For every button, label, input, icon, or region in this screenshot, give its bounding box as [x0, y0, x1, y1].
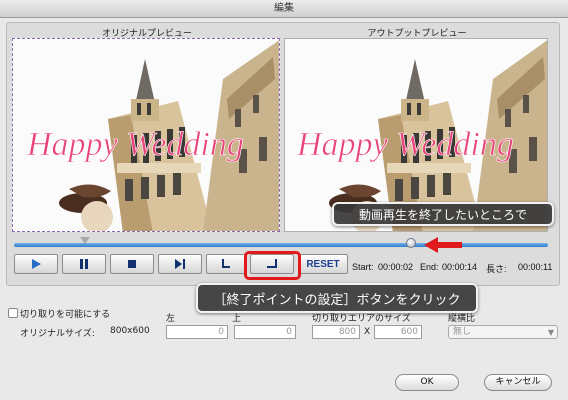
ok-button[interactable]: OK [395, 374, 459, 391]
times-sign: X [364, 327, 371, 337]
original-preview[interactable]: Happy Wedding [12, 38, 280, 232]
set-start-point-button[interactable] [206, 254, 246, 274]
end-time-value: 00:00:14 [442, 262, 478, 272]
original-size-label: オリジナルサイズ: [20, 329, 95, 339]
callout-stop-point: 動画再生を終了したいところで [332, 202, 554, 226]
highlight-box [244, 251, 301, 280]
chevron-down-icon: ▼ [547, 328, 554, 337]
red-arrow-icon [424, 237, 462, 253]
length-value: 00:00:11 [518, 262, 553, 272]
next-frame-icon [175, 259, 185, 269]
start-marker[interactable] [80, 237, 90, 244]
original-size-value: 800x600 [110, 326, 150, 336]
callout-click-end-button: ［終了ポイントの設定］ボタンをクリック [196, 283, 478, 313]
pause-icon [80, 259, 88, 269]
overlay-text: Happy Wedding [26, 126, 244, 163]
crop-height-input[interactable]: 600 [374, 325, 422, 339]
length-label: 長さ: [486, 264, 507, 274]
play-button[interactable] [14, 254, 58, 274]
wedding-image: Happy Wedding [13, 39, 279, 231]
reset-button[interactable]: RESET [298, 254, 348, 274]
enable-crop-label: 切り取りを可能にする [20, 310, 111, 320]
set-start-icon [222, 259, 230, 268]
next-frame-button[interactable] [158, 254, 202, 274]
stop-button[interactable] [110, 254, 154, 274]
start-time-label: Start: [352, 262, 374, 272]
enable-crop-checkbox[interactable] [8, 308, 18, 318]
cancel-button[interactable]: キャンセル [484, 374, 552, 391]
timeline-slider[interactable] [14, 243, 548, 247]
crop-left-label: 左 [166, 314, 176, 324]
crop-width-input[interactable]: 800 [312, 325, 360, 339]
window-title: 編集 [0, 0, 568, 18]
start-time-value: 00:00:02 [378, 262, 414, 272]
play-icon [32, 259, 41, 269]
playhead-handle[interactable] [406, 238, 416, 248]
aspect-ratio-value: 無し [453, 327, 472, 337]
end-time-label: End: [420, 262, 439, 272]
crop-top-input[interactable]: 0 [234, 325, 296, 339]
stop-icon [128, 260, 136, 268]
overlay-text-output: Happy Wedding [296, 126, 514, 163]
aspect-ratio-select[interactable]: 無し ▼ [448, 325, 558, 339]
pause-button[interactable] [62, 254, 106, 274]
crop-left-input[interactable]: 0 [166, 325, 228, 339]
